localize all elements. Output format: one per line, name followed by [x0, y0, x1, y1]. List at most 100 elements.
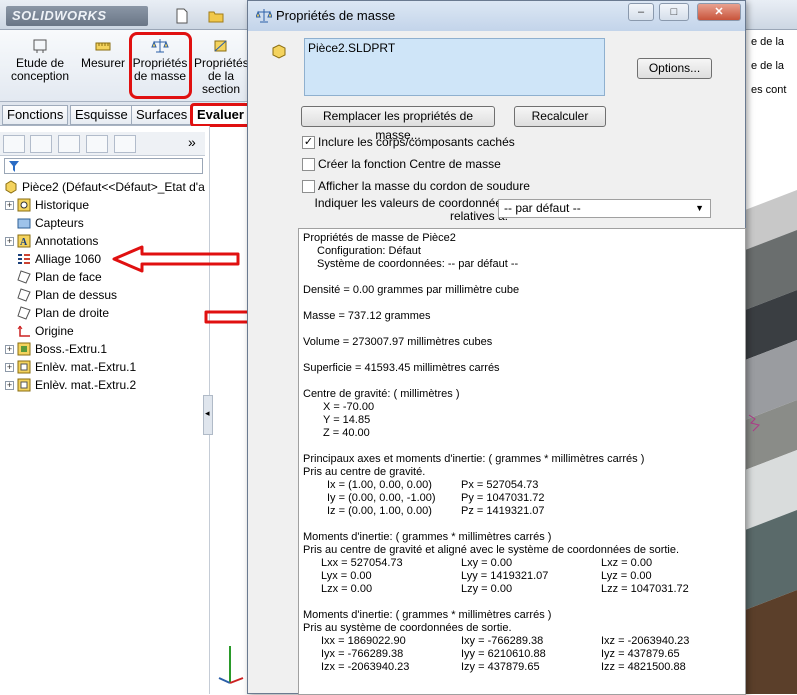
result-lxy: Lxy = 0.00	[461, 557, 513, 569]
result-px: Px = 527054.73	[461, 479, 539, 491]
mesurer-button[interactable]: Mesurer	[80, 34, 126, 70]
selected-item[interactable]: Pièce2.SLDPRT	[308, 41, 395, 55]
result-py: Py = 1047031.72	[461, 492, 545, 504]
result-lxx: Lxx = 527054.73	[321, 557, 403, 569]
result-principal-axes-sub: Pris au centre de gravité.	[303, 466, 426, 478]
maximize-button[interactable]: □	[659, 3, 689, 21]
mass-scale-icon	[256, 9, 272, 23]
result-ix: Ix = (1.00, 0.00, 0.00)	[327, 479, 432, 491]
origin-icon	[17, 325, 30, 337]
result-lyz: Lyz = 0.00	[601, 570, 652, 582]
checkbox-checked[interactable]: ✓	[302, 136, 315, 149]
annotation-highlight-masse	[129, 32, 192, 99]
new-document-icon[interactable]	[174, 8, 190, 24]
result-inertia-output-title: Moments d'inertie: ( grammes * millimètr…	[303, 609, 552, 621]
coordinate-system-select[interactable]: -- par défaut -- ▼	[498, 199, 711, 218]
result-lxz: Lxz = 0.00	[601, 557, 653, 569]
tab-surfaces[interactable]: Surfaces	[131, 105, 193, 125]
dialog-title: Propriétés de masse	[276, 8, 396, 23]
dropdown-arrow-icon: ▼	[695, 203, 704, 213]
graphics-viewport[interactable]: e de la e de la es cont	[745, 30, 797, 694]
options-button[interactable]: Options...	[637, 58, 712, 79]
expand-plus-icon[interactable]: +	[5, 201, 14, 210]
result-iyx: Iyx = -766289.38	[321, 648, 404, 660]
mass-properties-dialog: Propriétés de masse – □ ✕ Pièce2.SLDPRT …	[247, 0, 746, 695]
command-tabs: Fonctions Esquisse Surfaces Evaluer	[0, 102, 251, 127]
minimize-button[interactable]: –	[628, 3, 654, 21]
result-izz: Izz = 4821500.88	[601, 661, 686, 673]
proprietes-section-button[interactable]: Propriétés de la section	[194, 34, 249, 96]
result-lzy: Lzy = 0.00	[461, 583, 513, 595]
result-iyz: Iyz = 437879.65	[601, 648, 680, 660]
result-volume: Volume = 273007.97 millimètres cubes	[303, 336, 493, 348]
ribbon-text-2: e de la	[751, 60, 785, 72]
close-button[interactable]: ✕	[697, 3, 741, 21]
result-ixx: Ixx = 1869022.90	[321, 635, 406, 647]
plane-icon	[17, 270, 31, 284]
mesurer-label: Mesurer	[80, 56, 125, 70]
mass-properties-output[interactable]: Propriétés de masse de Pièce2 Configurat…	[298, 228, 746, 695]
model-3d-view	[745, 190, 797, 694]
plane-icon	[17, 288, 31, 302]
material-icon	[18, 254, 30, 264]
feature-manager-panel	[0, 126, 210, 694]
expand-plus-icon[interactable]: +	[5, 237, 14, 246]
result-inertia-cg-sub: Pris au centre de gravité et aligné avec…	[303, 544, 680, 556]
expand-plus-icon[interactable]: +	[5, 381, 14, 390]
result-header: Propriétés de masse de Pièce2	[303, 232, 456, 244]
feature-manager-toolbar: »	[0, 132, 205, 156]
expand-plus-icon[interactable]: +	[5, 363, 14, 372]
extrude-cut-icon	[17, 378, 31, 392]
design-study-icon	[33, 39, 47, 53]
result-lzz: Lzz = 1047031.72	[601, 583, 689, 595]
result-lyx: Lyx = 0.00	[321, 570, 372, 582]
section-properties-icon	[214, 40, 227, 52]
open-folder-icon[interactable]	[208, 8, 224, 24]
history-icon	[17, 198, 31, 212]
proprietes-section-label: Propriétés de la section	[194, 56, 249, 96]
result-lyy: Lyy = 1419321.07	[461, 570, 549, 582]
result-lzx: Lzx = 0.00	[321, 583, 373, 595]
result-config: Configuration: Défaut	[317, 245, 421, 257]
tab-esquisse[interactable]: Esquisse	[70, 105, 133, 125]
result-inertia-cg-title: Moments d'inertie: ( grammes * millimètr…	[303, 531, 552, 543]
result-inertia-output-sub: Pris au système de coordonnées de sortie…	[303, 622, 512, 634]
result-mass: Masse = 737.12 grammes	[303, 310, 431, 322]
panel-splitter-handle[interactable]: ◂	[203, 395, 213, 435]
feature-tree-tab-icon[interactable]	[3, 135, 25, 153]
ribbon-text-3: es cont	[751, 84, 787, 96]
display-manager-tab-icon[interactable]	[114, 135, 136, 153]
configuration-tab-icon[interactable]	[58, 135, 80, 153]
measure-icon	[95, 42, 111, 51]
tab-fonctions[interactable]: Fonctions	[2, 105, 69, 125]
collapse-arrow-icon: ◂	[205, 408, 210, 418]
extrude-cut-icon	[17, 360, 31, 374]
checkbox-unchecked[interactable]	[302, 158, 315, 171]
recalculate-button[interactable]: Recalculer	[514, 106, 606, 127]
result-pz: Pz = 1419321.07	[461, 505, 545, 517]
etude-label: Etude de conception	[10, 56, 70, 83]
tree-root-label: Pièce2 (Défaut<<Défaut>_Etat d'a	[22, 180, 205, 194]
checkbox-unchecked[interactable]	[302, 180, 315, 193]
result-izy: Izy = 437879.65	[461, 661, 540, 673]
selected-items-list[interactable]: Pièce2.SLDPRT	[304, 38, 605, 96]
result-principal-axes-title: Principaux axes et moments d'inertie: ( …	[303, 453, 645, 465]
tab-evaluer[interactable]: Evaluer	[190, 103, 251, 127]
property-manager-tab-icon[interactable]	[30, 135, 52, 153]
etude-conception-button[interactable]: Etude de conception	[10, 34, 70, 83]
annotation-icon: A	[17, 234, 31, 248]
part-selection-icon	[272, 44, 286, 59]
result-cg-y: Y = 14.85	[323, 414, 371, 426]
part-icon	[5, 180, 17, 194]
result-ixy: Ixy = -766289.38	[461, 635, 544, 647]
expand-plus-icon[interactable]: +	[5, 345, 14, 354]
result-izx: Izx = -2063940.23	[321, 661, 410, 673]
coordinate-system-label: Indiquer les valeurs de coordonnées rela…	[314, 196, 508, 223]
dimxpert-tab-icon[interactable]	[86, 135, 108, 153]
replace-mass-properties-button[interactable]: Remplacer les propriétés de masse...	[301, 106, 495, 142]
result-coord-system: Système de coordonnées: -- par défaut --	[317, 258, 519, 270]
result-cg-z: Z = 40.00	[323, 427, 370, 439]
tree-filter-input[interactable]	[4, 158, 203, 174]
result-iz: Iz = (0.00, 1.00, 0.00)	[327, 505, 432, 517]
expand-chevron-icon[interactable]: »	[188, 134, 196, 150]
